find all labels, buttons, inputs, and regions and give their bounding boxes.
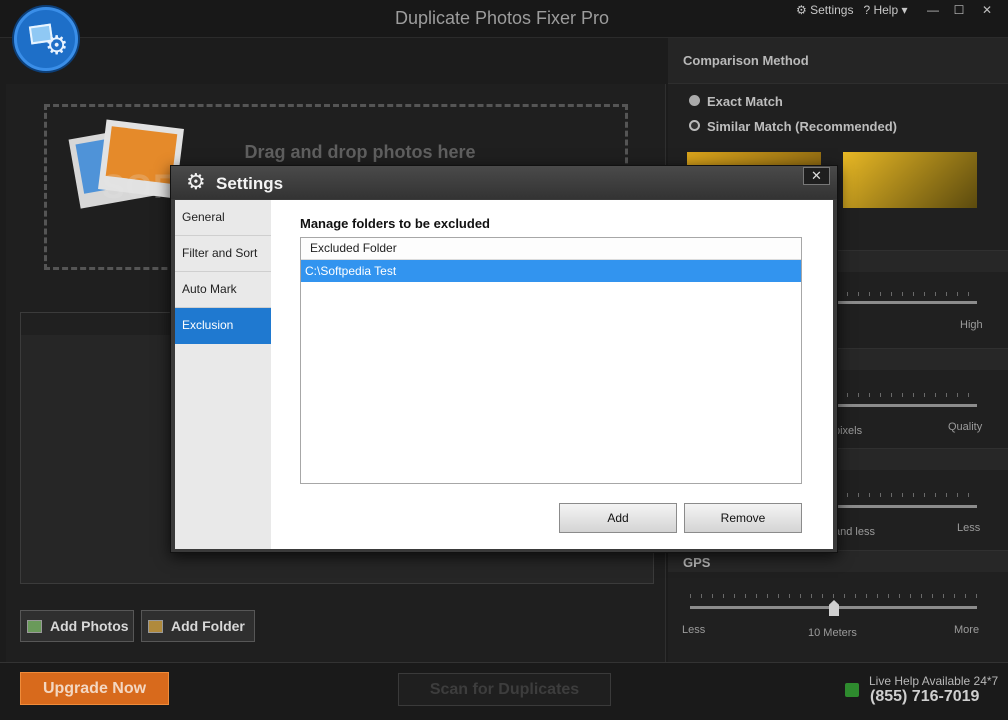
- slider-quality-label: Quality: [948, 421, 983, 433]
- app-logo-icon: ⚙: [14, 7, 78, 71]
- phone-number: (855) 716-7019: [870, 688, 980, 705]
- settings-menu[interactable]: ⚙ Settings: [796, 3, 853, 19]
- tab-general[interactable]: General: [175, 200, 271, 236]
- dialog-close-button[interactable]: ✕: [803, 167, 830, 185]
- app-title: Duplicate Photos Fixer Pro: [394, 8, 610, 28]
- list-item[interactable]: C:\Softpedia Test: [301, 260, 801, 282]
- help-menu[interactable]: ? Help ▾: [863, 3, 907, 19]
- similar-match-thumbnail: [843, 152, 977, 208]
- slider-pixels-label: pixels: [834, 425, 863, 437]
- tab-auto-mark[interactable]: Auto Mark: [175, 272, 271, 308]
- scan-for-duplicates-button[interactable]: Scan for Duplicates: [398, 673, 611, 706]
- time-interval-slider[interactable]: [836, 505, 977, 508]
- slider-and-less-label: and less: [834, 526, 875, 538]
- minimize-button[interactable]: —: [922, 3, 944, 18]
- gps-slider-ticks: [690, 594, 977, 598]
- similar-match-label[interactable]: Similar Match (Recommended): [707, 119, 897, 134]
- gps-more-label: More: [954, 624, 980, 636]
- gps-less-label: Less: [682, 624, 706, 636]
- gps-value-label: 10 Meters: [808, 627, 857, 639]
- matching-level-slider[interactable]: [836, 301, 977, 304]
- live-help-text: Live Help Available 24*7: [869, 674, 999, 688]
- add-photos-label: Add Photos: [50, 618, 129, 634]
- exclusion-heading: Manage folders to be excluded: [300, 216, 490, 231]
- exact-match-radio[interactable]: [689, 95, 700, 106]
- top-menu: ⚙ Settings ? Help ▾: [796, 3, 908, 19]
- remove-folder-exclusion-button[interactable]: Remove: [684, 503, 802, 533]
- phone-icon: [845, 683, 859, 697]
- drop-zone-label: Drag and drop photos here: [244, 142, 476, 162]
- folder-icon: [148, 619, 163, 633]
- bitmap-size-slider[interactable]: [836, 404, 977, 407]
- gps-title: GPS: [683, 555, 711, 570]
- maximize-button[interactable]: ☐: [948, 3, 970, 18]
- comparison-method-title: Comparison Method: [683, 53, 809, 68]
- add-folder-exclusion-button[interactable]: Add: [559, 503, 677, 533]
- add-folder-button[interactable]: Add Folder: [141, 610, 255, 642]
- excluded-folder-column-header[interactable]: Excluded Folder: [301, 238, 801, 260]
- photos-icon: [27, 619, 42, 633]
- similar-match-radio[interactable]: [689, 120, 700, 131]
- exact-match-label[interactable]: Exact Match: [707, 94, 783, 109]
- close-button[interactable]: ✕: [976, 3, 998, 18]
- slider-ticks: [836, 493, 977, 497]
- add-folder-label: Add Folder: [171, 618, 245, 634]
- slider-high-label: High: [960, 319, 983, 331]
- gear-icon: ⚙: [186, 169, 206, 194]
- tab-exclusion[interactable]: Exclusion: [175, 308, 282, 344]
- dialog-title: Settings: [216, 174, 284, 193]
- upgrade-now-button[interactable]: Upgrade Now: [20, 672, 169, 705]
- gps-section-header: [668, 550, 1008, 572]
- slider-ticks: [836, 292, 977, 296]
- slider-ticks: [836, 393, 977, 397]
- add-photos-button[interactable]: Add Photos: [20, 610, 134, 642]
- tab-filter-and-sort[interactable]: Filter and Sort: [175, 236, 271, 272]
- slider-less-label: Less: [957, 522, 981, 534]
